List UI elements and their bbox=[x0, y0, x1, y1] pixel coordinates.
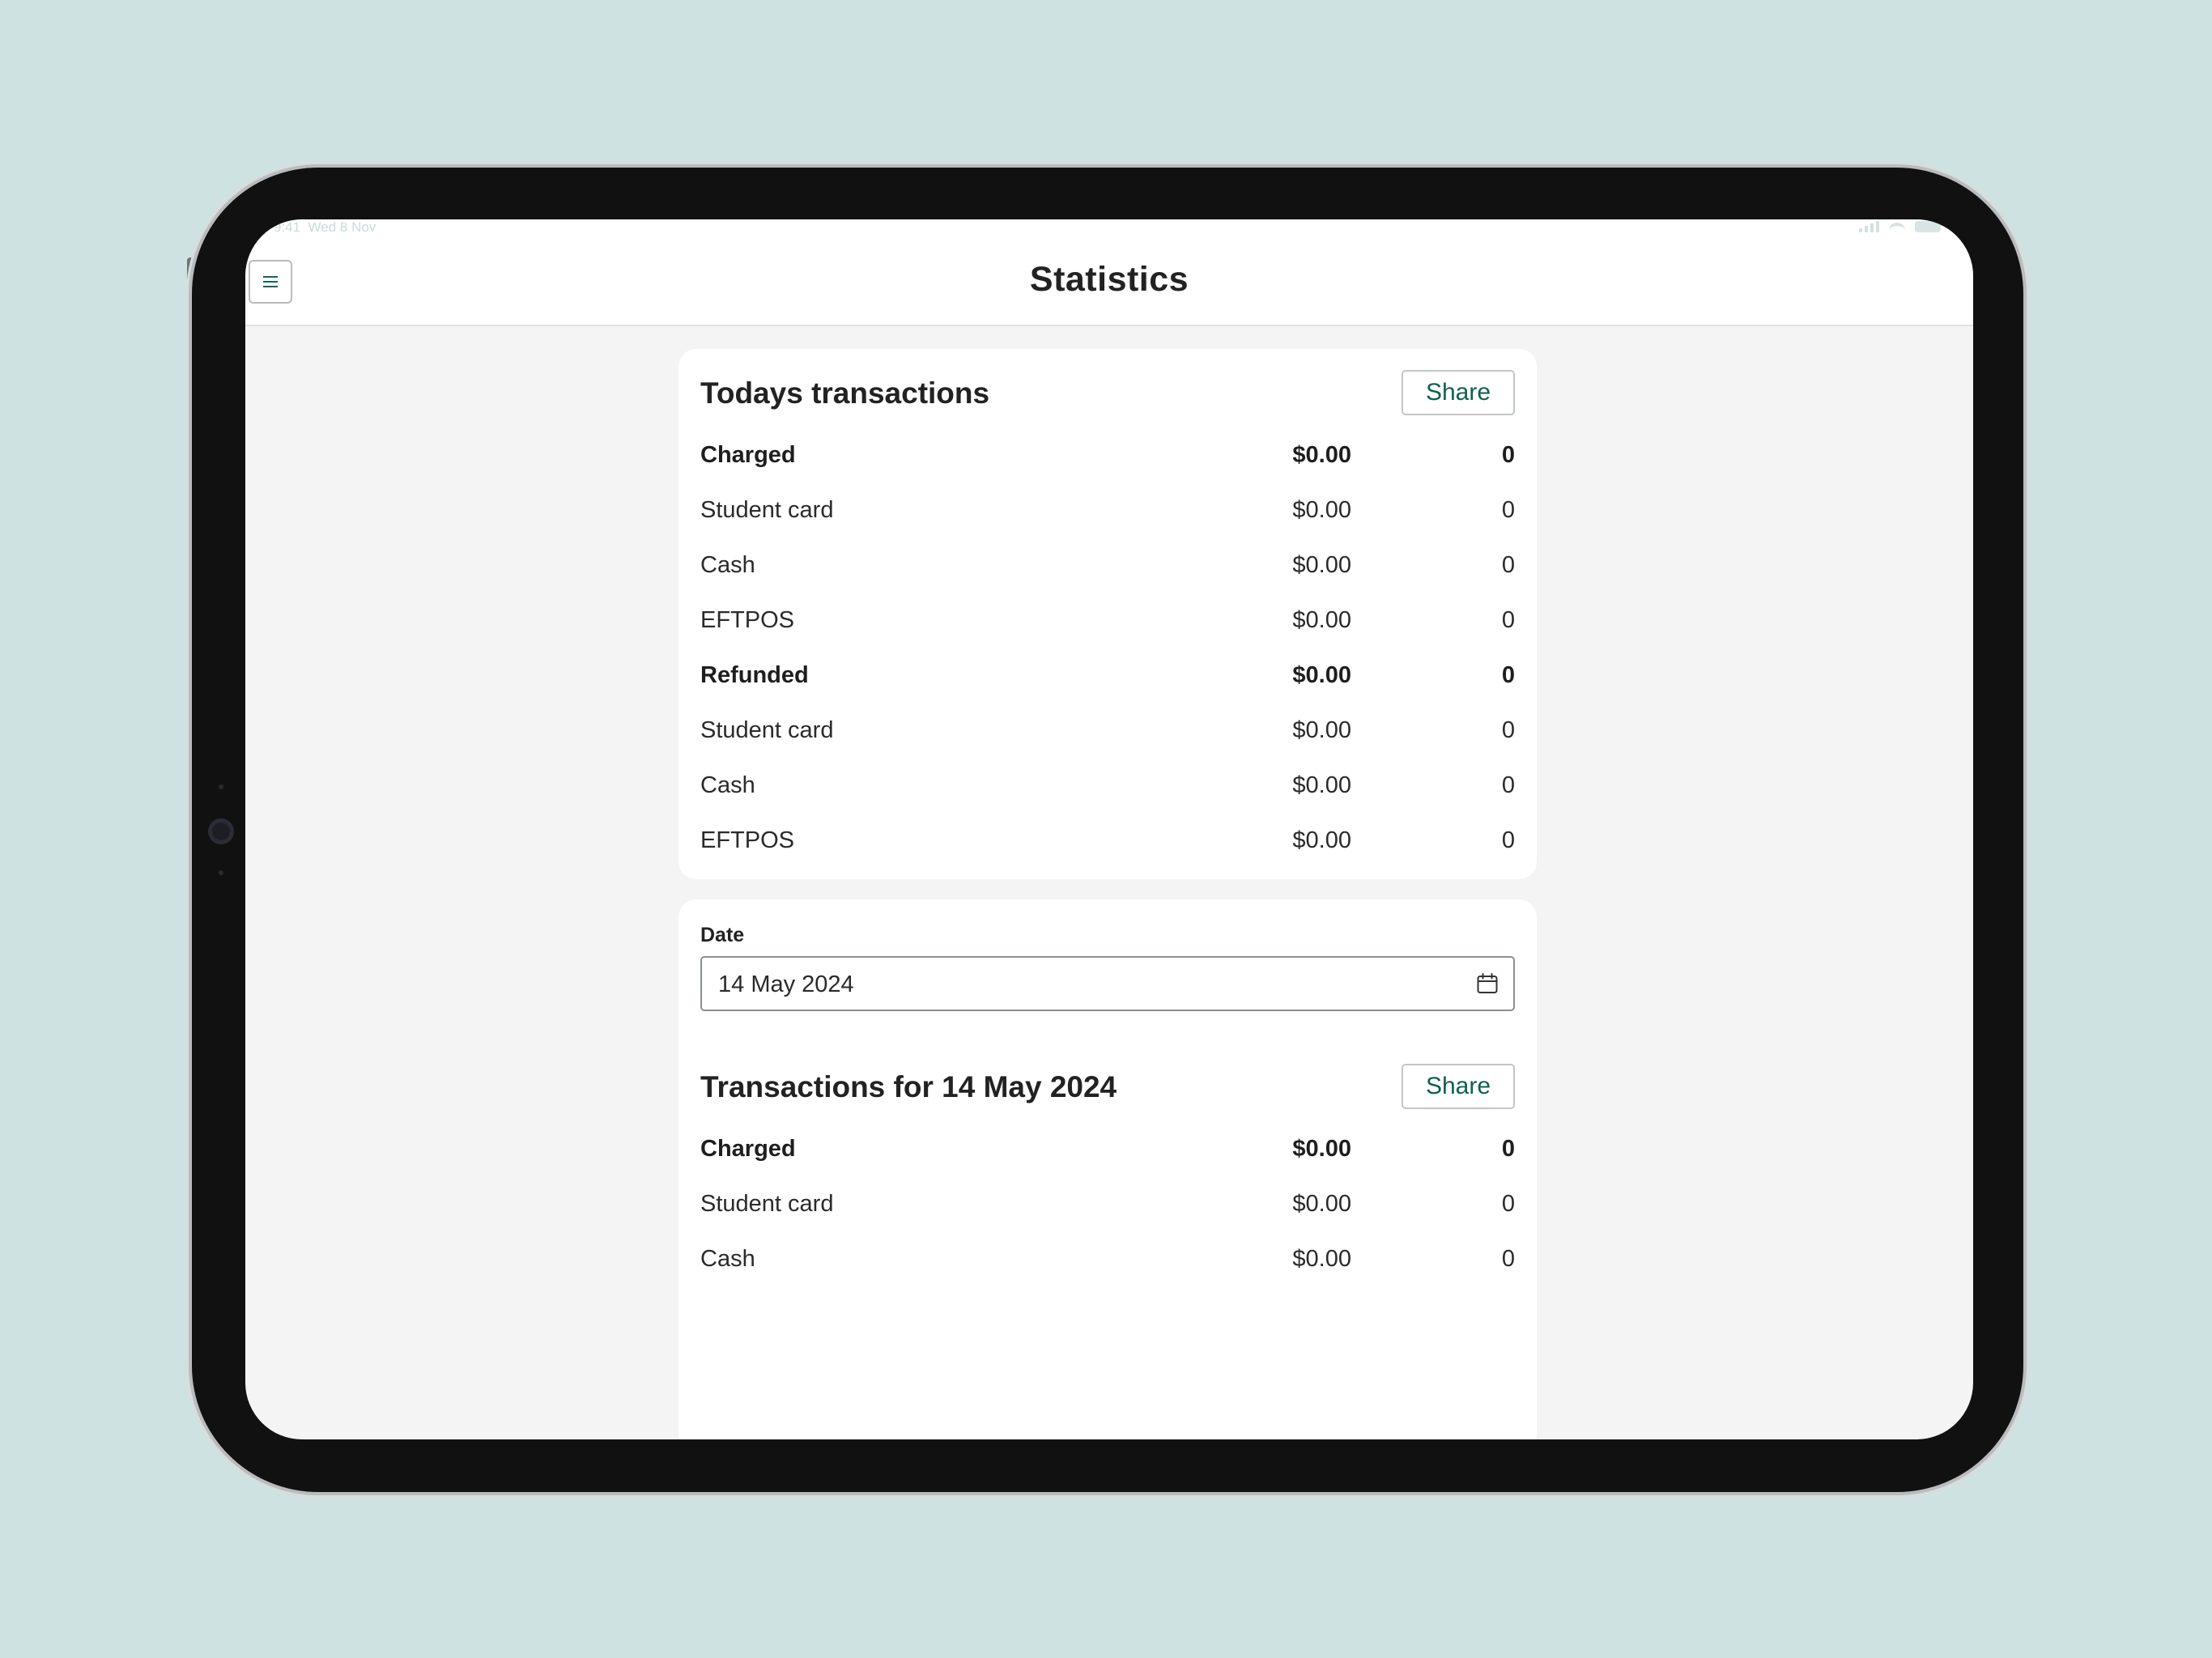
payment-method-row: EFTPOS $0.00 0 bbox=[700, 607, 1515, 662]
row-count: 0 bbox=[1501, 1136, 1515, 1162]
status-bar: 9:41 Wed 8 Nov bbox=[245, 219, 1973, 239]
row-amount: $0.00 bbox=[1292, 827, 1351, 853]
row-count: 0 bbox=[1501, 662, 1515, 688]
row-amount: $0.00 bbox=[1292, 662, 1351, 688]
row-label: Cash bbox=[700, 552, 755, 578]
row-count: 0 bbox=[1501, 717, 1515, 743]
row-label: Student card bbox=[700, 1191, 834, 1217]
app-header: 9:41 Wed 8 Nov Statistics bbox=[245, 219, 1973, 326]
row-amount: $0.00 bbox=[1292, 1191, 1351, 1217]
selected-date-transactions-title: Transactions for 14 May 2024 bbox=[700, 1070, 1117, 1103]
row-label: Student card bbox=[700, 717, 834, 743]
row-label: Cash bbox=[700, 772, 755, 798]
todays-transactions-title: Todays transactions bbox=[700, 376, 990, 410]
row-amount: $0.00 bbox=[1292, 772, 1351, 798]
device-mockup: 9:41 Wed 8 Nov Statistics Todays transac… bbox=[0, 0, 2212, 1658]
selected-date-transactions-list: Charged $0.00 0 Student card $0.00 0 Cash $0.00… bbox=[700, 1136, 1515, 1301]
row-count: 0 bbox=[1501, 552, 1515, 578]
status-indicators bbox=[1859, 221, 1941, 232]
date-input-value: 14 May 2024 bbox=[718, 971, 854, 997]
row-amount: $0.00 bbox=[1292, 607, 1351, 633]
payment-method-row: Student card $0.00 0 bbox=[700, 1191, 1515, 1246]
summary-row: Charged $0.00 0 bbox=[700, 442, 1515, 497]
row-label: EFTPOS bbox=[700, 607, 795, 633]
payment-method-row: Student card $0.00 0 bbox=[700, 717, 1515, 772]
todays-transactions-list: Charged $0.00 0 Student card $0.00 0 Cash $0.00… bbox=[700, 442, 1515, 882]
row-amount: $0.00 bbox=[1292, 442, 1351, 468]
status-date: Wed 8 Nov bbox=[308, 219, 376, 235]
status-time: 9:41 bbox=[274, 219, 301, 235]
row-count: 0 bbox=[1501, 827, 1515, 853]
row-label: EFTPOS bbox=[700, 827, 795, 853]
row-count: 0 bbox=[1501, 1246, 1515, 1272]
sensor-dot bbox=[219, 870, 223, 875]
row-count: 0 bbox=[1501, 607, 1515, 633]
todays-transactions-card: Todays transactions Share Charged $0.00 0 S… bbox=[678, 349, 1537, 879]
row-label: Charged bbox=[700, 1136, 796, 1162]
page-title: Statistics bbox=[1029, 260, 1189, 299]
row-amount: $0.00 bbox=[1292, 1246, 1351, 1272]
battery-icon bbox=[1915, 221, 1941, 232]
date-transactions-card: Date 14 May 2024 Transactions for 14 May… bbox=[678, 899, 1537, 1439]
sensor-dot bbox=[219, 784, 223, 789]
status-time-date: 9:41 Wed 8 Nov bbox=[274, 219, 376, 236]
row-count: 0 bbox=[1501, 497, 1515, 523]
share-todays-button[interactable]: Share bbox=[1402, 370, 1515, 415]
payment-method-row: Cash $0.00 0 bbox=[700, 772, 1515, 827]
app-screen: 9:41 Wed 8 Nov Statistics Todays transac… bbox=[245, 219, 1973, 1439]
row-amount: $0.00 bbox=[1292, 717, 1351, 743]
payment-method-row: Student card $0.00 0 bbox=[700, 497, 1515, 552]
camera-icon bbox=[208, 818, 234, 844]
row-count: 0 bbox=[1501, 772, 1515, 798]
row-amount: $0.00 bbox=[1292, 1136, 1351, 1162]
row-label: Cash bbox=[700, 1246, 755, 1272]
summary-row: Charged $0.00 0 bbox=[700, 1136, 1515, 1191]
row-amount: $0.00 bbox=[1292, 497, 1351, 523]
calendar-icon[interactable] bbox=[1476, 972, 1499, 995]
date-label: Date bbox=[700, 924, 745, 946]
wifi-icon bbox=[1889, 223, 1905, 232]
date-input[interactable]: 14 May 2024 bbox=[700, 956, 1515, 1011]
row-label: Student card bbox=[700, 497, 834, 523]
summary-row: Refunded $0.00 0 bbox=[700, 662, 1515, 717]
payment-method-row: Cash $0.00 0 bbox=[700, 1246, 1515, 1301]
row-amount: $0.00 bbox=[1292, 552, 1351, 578]
payment-method-row: Cash $0.00 0 bbox=[700, 552, 1515, 607]
row-label: Charged bbox=[700, 442, 796, 468]
payment-method-row: EFTPOS $0.00 0 bbox=[700, 827, 1515, 882]
share-selected-date-button[interactable]: Share bbox=[1402, 1064, 1515, 1109]
row-count: 0 bbox=[1501, 442, 1515, 468]
signal-icon bbox=[1859, 221, 1879, 232]
row-count: 0 bbox=[1501, 1191, 1515, 1217]
row-label: Refunded bbox=[700, 662, 809, 688]
